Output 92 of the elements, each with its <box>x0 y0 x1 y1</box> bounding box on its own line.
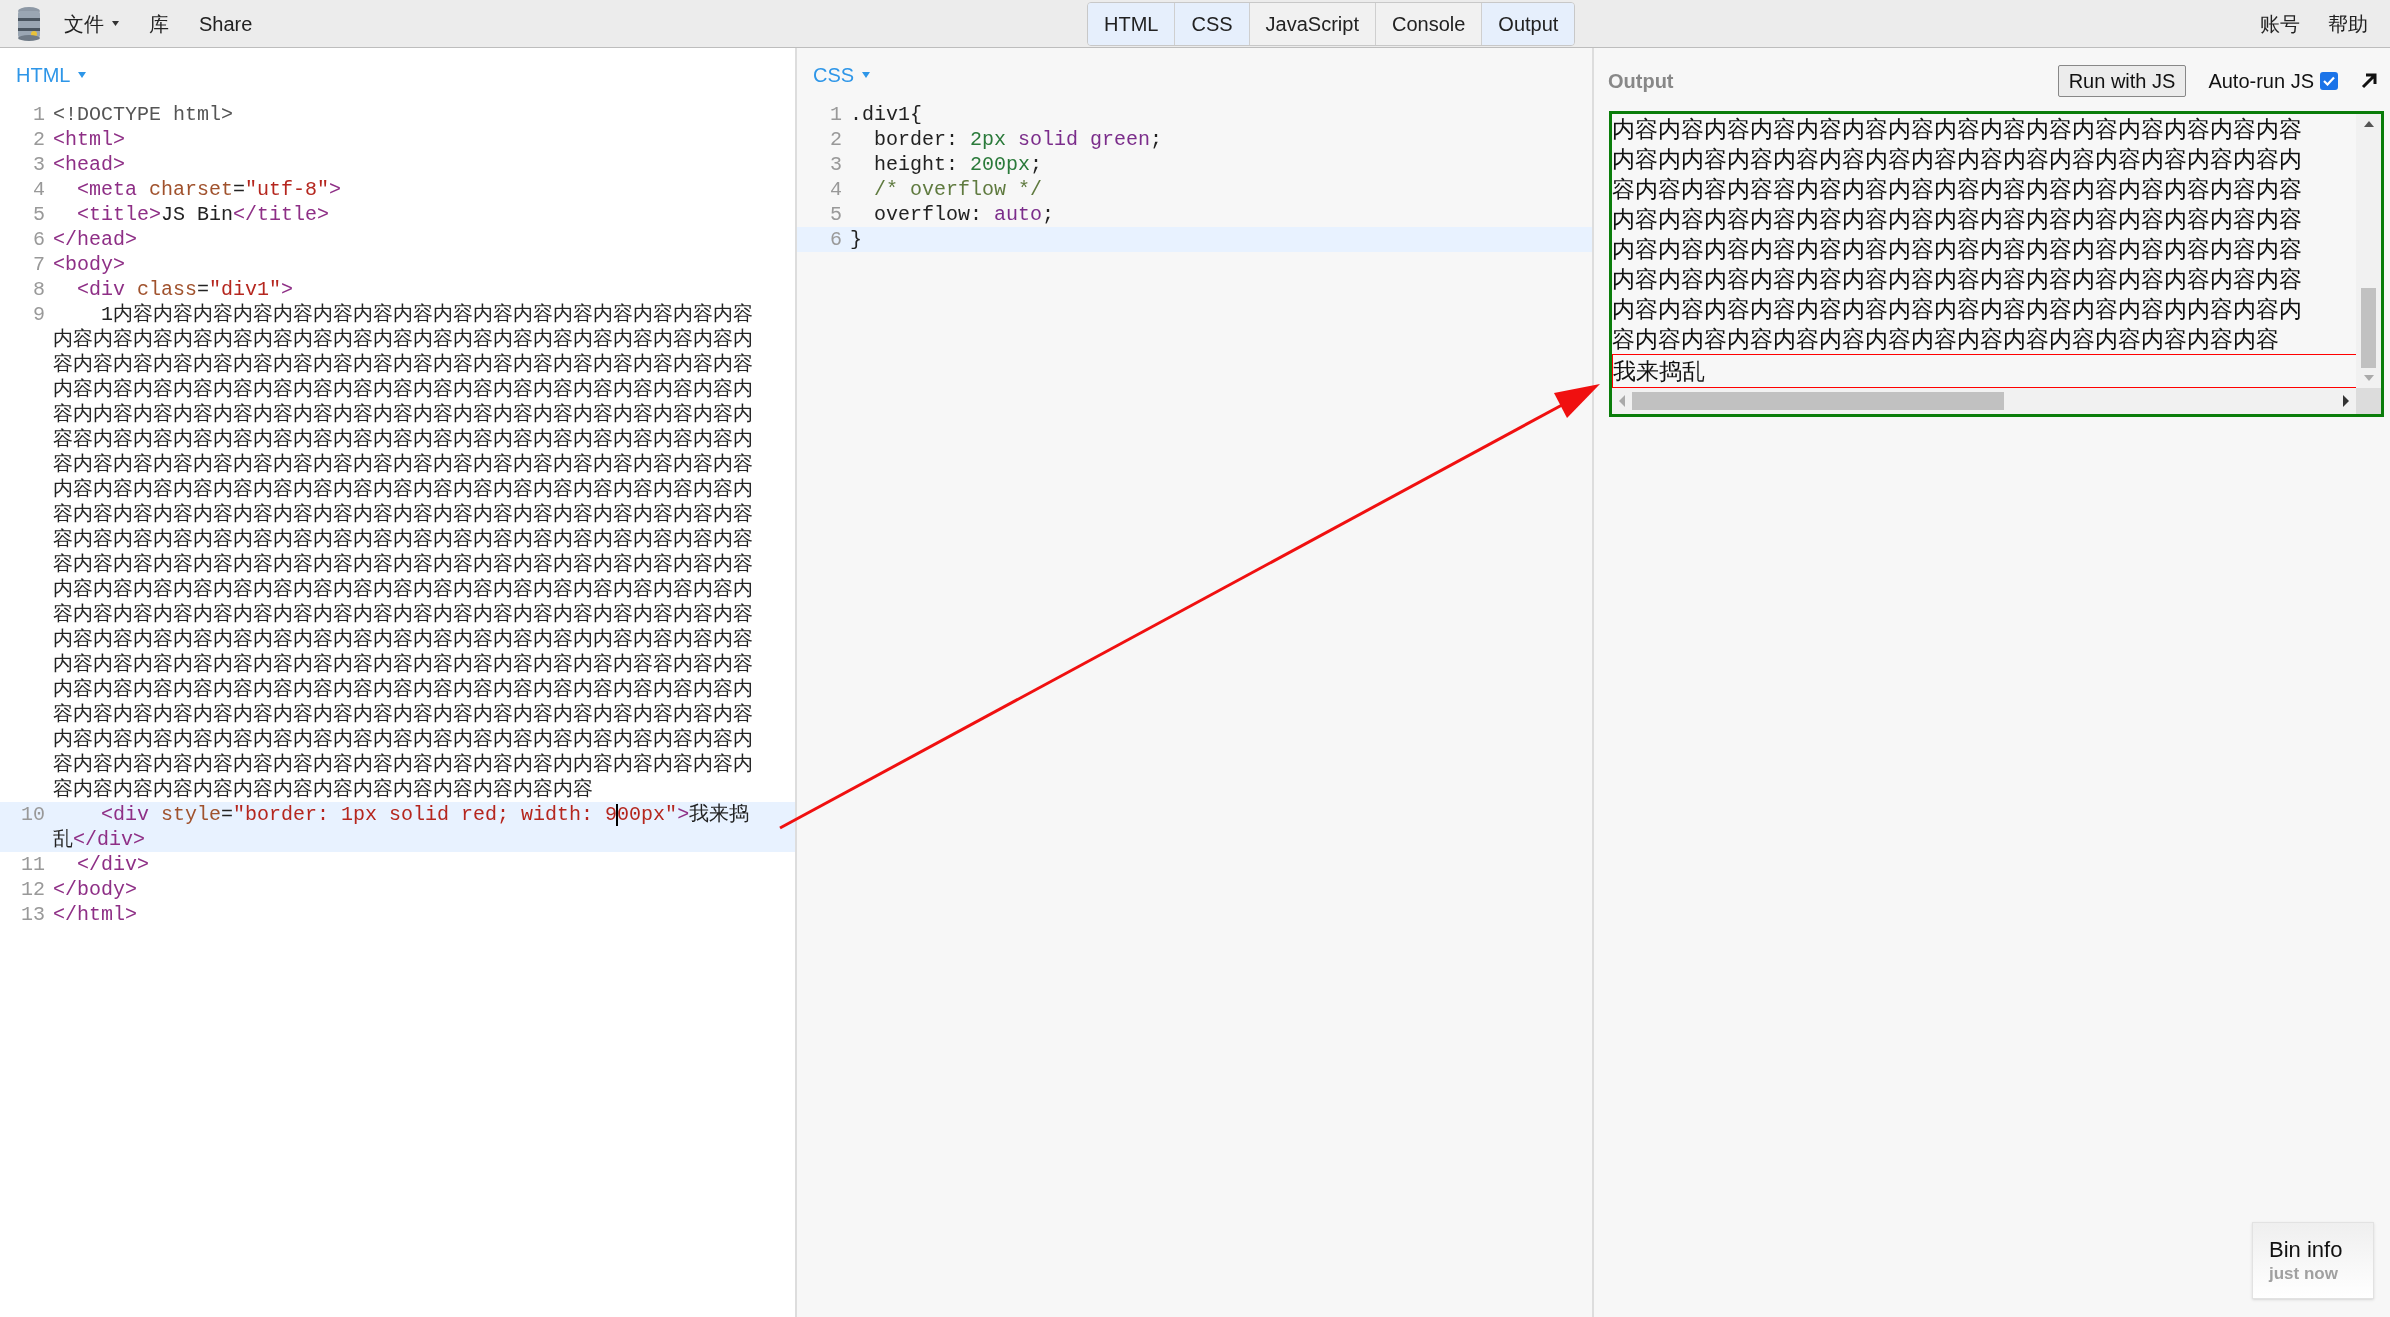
code-line: <!DOCTYPE html> <box>53 102 234 127</box>
run-button[interactable]: Run with JS <box>2057 65 2187 97</box>
panel-title: Output <box>1608 69 1674 94</box>
bin-info-title: Bin info <box>2269 1236 2344 1263</box>
caret-icon <box>862 72 871 78</box>
code-line: <body> <box>53 252 125 277</box>
code-line: </head> <box>53 227 137 252</box>
output-text-line: 内容内容内容内容内容内容内容内容内容内容内容内容内容内容内容 <box>1612 265 2302 294</box>
code-line: 容内容内容内容内容内容内容内容内容内容内容内容内容内容内容内容内容内容 <box>53 602 753 627</box>
code-line: height: 200px; <box>873 152 1043 177</box>
panel-tab[interactable]: Output <box>1481 2 1575 45</box>
code-line: 容容内容内容内容内容内容内容内容内容内容内容内容内容内容内容内容内容内 <box>53 427 753 452</box>
scrollbar-corner <box>2356 388 2381 414</box>
autorun-label: Auto-run JS <box>2208 69 2314 94</box>
line-number: 7 <box>33 253 45 276</box>
code-line: 乱</div> <box>53 827 145 852</box>
line-number: 4 <box>33 178 45 201</box>
code-line: <head> <box>53 152 125 177</box>
bordered-text-box: 我来捣乱 <box>1612 354 2356 388</box>
code-line: </body> <box>53 877 137 902</box>
line-number: 5 <box>830 203 842 226</box>
code-line: 容内容内容内容内容内容内容内容内容内容内容内容内容内内容内容内容内容内 <box>53 752 753 777</box>
line-number: 2 <box>830 128 842 151</box>
code-line: 容内容内容内容内容内容内容内容内容内容内容内容内容内容内容内容内容内容 <box>53 702 753 727</box>
code-line: 内容内容内容内容内容内容内容内容内容内容内容内容内容内容内容内容内容内 <box>53 677 753 702</box>
line-number: 10 <box>21 803 45 826</box>
output-text-line: 容内容内容内容容内容内容内容内容内容内容内容内容内容内容内容 <box>1612 175 2302 204</box>
menu-item[interactable]: Share <box>199 8 253 39</box>
top-link[interactable]: 帮助 <box>2328 8 2368 39</box>
code-line: 内容内容内容内容内容内容内容内容内容内容内容内容内容内内容内容内容内容 <box>53 627 753 652</box>
line-number: 3 <box>830 153 842 176</box>
output-text-line: 内容内容内容内容内容内容内容内容内容内容内容内容内容内容内容 <box>1612 235 2302 264</box>
output-text-line: 内容内内容内容内容内容内容内容内容内容内容内容内容内容内容内 <box>1612 145 2302 174</box>
top-link[interactable]: 账号 <box>2260 8 2300 39</box>
line-number: 4 <box>830 178 842 201</box>
code-line: 内容内容内容内容内容内容内容内容内容内容内容内容内容内容内容内容内容内 <box>53 577 753 602</box>
code-line: 1内容内容内容内容内容内容内容内容内容内容内容内容内容内容内容内容 <box>100 302 753 327</box>
vertical-scrollbar[interactable] <box>2356 114 2381 388</box>
panel-tab[interactable]: Console <box>1374 2 1482 45</box>
line-number: 1 <box>33 103 45 126</box>
code-line: 容内容内容内容内容内容内容内容内容内容内容内容内容内容内容内容内容内容 <box>53 352 753 377</box>
code-line: </html> <box>53 902 137 927</box>
code-line: <div style="border: 1px solid red; width: 900px">我来捣 <box>100 802 750 827</box>
line-number: 6 <box>33 228 45 251</box>
line-number: 5 <box>33 203 45 226</box>
line-number: 6 <box>830 228 842 251</box>
code-line: 容内容内容内容内容内容内容内容内容内容内容内容内容内容内容内容内容内容 <box>53 502 753 527</box>
line-number: 12 <box>21 878 45 901</box>
code-line: 容内容内容内容内容内容内容内容内容内容内容内容内容内容内容内容内容内容 <box>53 527 753 552</box>
code-line: .div1{ <box>850 102 923 127</box>
panel-tab[interactable]: HTML <box>1088 2 1175 45</box>
line-number: 2 <box>33 128 45 151</box>
bin-info-time: just now <box>2269 1262 2339 1285</box>
line-number: 11 <box>21 853 45 876</box>
line-number: 9 <box>33 303 45 326</box>
bin-info-card[interactable]: Bin info just now <box>2252 1222 2374 1299</box>
code-line: border: 2px solid green; <box>873 127 1163 152</box>
code-line: 内容内容内容内容内容内容内容内容内容内容内容内容内容内容内容内容内容内 <box>53 727 753 752</box>
output-text-line: 容内容内容内容内容内容内容内容内容内容内容内容内容内容内容 <box>1612 325 2279 354</box>
code-line: <title>JS Bin</title> <box>76 202 330 227</box>
output-text-line: 内容内容内容内容内容内容内容内容内容内容内容内容内内容内容内 <box>1612 295 2302 324</box>
autorun-checkbox[interactable] <box>2320 72 2338 90</box>
caret-icon <box>78 72 87 78</box>
code-line: /* overflow */ <box>873 177 1043 202</box>
horizontal-scrollbar[interactable] <box>1612 388 2356 414</box>
code-line: 容内容内容内容内容内容内容内容内容内容内容内容内容内容内容内容内容内容 <box>53 552 753 577</box>
code-line: 内容内容内容内容内容内容内容内容内容内容内容内容内容内容内容容内容内容 <box>53 652 753 677</box>
line-number: 8 <box>33 278 45 301</box>
code-line: 容内容内容内容内容内容内容内容内容内容内容内容内容内容内容内容内容内容 <box>53 452 753 477</box>
menu-item[interactable]: 库 <box>149 8 169 39</box>
menu-item[interactable]: 文件 <box>64 8 119 39</box>
line-number: 1 <box>830 103 842 126</box>
line-number: 3 <box>33 153 45 176</box>
code-line: <html> <box>53 127 125 152</box>
code-line: } <box>850 227 862 252</box>
code-line: 内容内容内容内容内容内容内容内容内容内容内容内容内容内容内容内容内容内 <box>53 327 753 352</box>
panel-tab[interactable]: JavaScript <box>1248 2 1375 45</box>
line-number: 13 <box>21 903 45 926</box>
scrollbar-thumb[interactable] <box>2361 288 2376 368</box>
scrollbar-thumb[interactable] <box>1632 392 2004 410</box>
code-line: <div class="div1"> <box>76 277 294 302</box>
code-line: 容内容内容内容内容内容内容内容内容内容内容内容内容内容 <box>53 777 593 802</box>
code-line: <meta charset="utf-8"> <box>76 177 342 202</box>
code-line: overflow: auto; <box>873 202 1055 227</box>
output-text-line: 内容内容内容内容内容内容内容内容内容内容内容内容内容内容内容 <box>1612 115 2302 144</box>
panel-tab[interactable]: CSS <box>1174 2 1249 45</box>
code-line: 内容内容内容内容内容内容内容内容内容内容内容内容内容内容内容内容内容内 <box>53 377 753 402</box>
code-line: </div> <box>76 852 149 877</box>
logo-icon <box>16 5 42 42</box>
code-line: 内容内容内容内容内容内容内容内容内容内容内容内容内容内容内容内容内容内 <box>53 477 753 502</box>
output-text-line: 内容内容内容内容内容内容内容内容内容内容内容内容内容内容内容 <box>1612 205 2302 234</box>
code-line: 容内内容内容内容内容内容内容内容内容内容内容内容内容内容内容内容内容内 <box>53 402 753 427</box>
